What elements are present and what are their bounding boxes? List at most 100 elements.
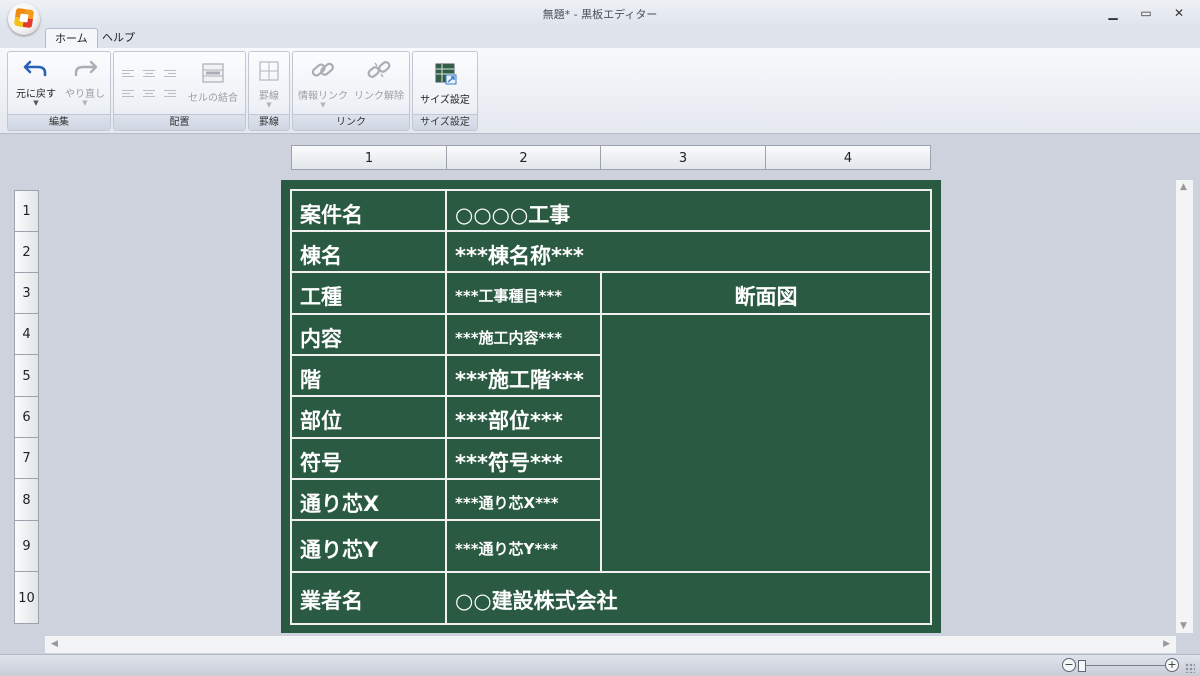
maximize-button[interactable]: ▭	[1133, 4, 1159, 22]
info-link-button[interactable]: 情報リンク ▼	[297, 58, 349, 109]
info-link-label: 情報リンク	[298, 91, 348, 102]
label-floor[interactable]: 階	[300, 364, 321, 394]
unlink-label: リンク解除	[354, 91, 404, 102]
value-grid-y[interactable]: ***通り芯Y***	[455, 538, 558, 559]
borders-icon	[259, 61, 279, 81]
label-work-type[interactable]: 工種	[300, 281, 342, 311]
row-divider	[290, 354, 601, 356]
borders-label: 罫線	[259, 91, 279, 102]
label-part[interactable]: 部位	[300, 405, 342, 435]
zoom-slider-track[interactable]	[1080, 665, 1168, 666]
redo-label: やり直し	[65, 89, 105, 100]
row-header[interactable]: 9	[14, 520, 39, 572]
value-floor[interactable]: ***施工階***	[455, 364, 584, 394]
section-drawing-title[interactable]: 断面図	[602, 281, 930, 311]
status-bar: − +	[0, 654, 1200, 676]
row-divider	[290, 271, 932, 273]
tab-home[interactable]: ホーム	[45, 28, 98, 48]
value-part[interactable]: ***部位***	[455, 405, 563, 435]
scroll-left-icon[interactable]: ◀	[51, 639, 58, 649]
ribbon-tabs: ホーム ヘルプ	[0, 27, 1200, 48]
label-contractor[interactable]: 業者名	[300, 585, 363, 615]
label-project-name[interactable]: 案件名	[300, 199, 363, 229]
label-grid-x[interactable]: 通り芯X	[300, 488, 379, 518]
dropdown-arrow-icon: ▼	[266, 101, 272, 109]
align-top-right-icon[interactable]	[164, 68, 176, 78]
column-header[interactable]: 2	[446, 145, 601, 170]
size-settings-button[interactable]: サイズ設定	[415, 62, 475, 106]
vertical-scrollbar[interactable]: ▲ ▼	[1176, 180, 1193, 633]
align-bottom-center-icon[interactable]	[143, 88, 155, 98]
row-divider	[290, 437, 601, 439]
row-header[interactable]: 5	[14, 354, 39, 397]
zoom-out-button[interactable]: −	[1062, 658, 1076, 672]
dropdown-arrow-icon: ▼	[320, 101, 326, 109]
tab-help[interactable]: ヘルプ	[93, 28, 144, 47]
table-border	[290, 189, 932, 191]
row-header[interactable]: 6	[14, 396, 39, 438]
dropdown-arrow-icon: ▼	[82, 99, 88, 107]
undo-button[interactable]: 元に戻す ▼	[12, 56, 60, 107]
section-drawing-area[interactable]	[602, 315, 930, 571]
close-button[interactable]: ✕	[1166, 4, 1192, 22]
value-content[interactable]: ***施工内容***	[455, 327, 562, 348]
redo-button[interactable]: やり直し ▼	[62, 56, 108, 107]
column-header[interactable]: 3	[600, 145, 766, 170]
row-header[interactable]: 10	[14, 571, 39, 624]
merge-cells-label: セルの結合	[188, 93, 238, 104]
scroll-right-icon[interactable]: ▶	[1163, 639, 1170, 649]
value-work-type[interactable]: ***工事種目***	[455, 285, 562, 306]
zoom-slider-thumb[interactable]	[1078, 660, 1086, 672]
scroll-up-icon[interactable]: ▲	[1180, 182, 1187, 192]
align-bottom-left-icon[interactable]	[122, 88, 134, 98]
table-border	[290, 189, 292, 625]
blackboard[interactable]: 案件名 棟名 工種 内容 階 部位 符号 通り芯X 通り芯Y 業者名 ○○○○工…	[281, 180, 941, 633]
dropdown-arrow-icon: ▼	[33, 99, 39, 107]
app-menu-button[interactable]	[8, 3, 40, 35]
zoom-in-button[interactable]: +	[1165, 658, 1179, 672]
unlink-button[interactable]: リンク解除	[351, 58, 407, 102]
merge-cells-icon	[202, 63, 224, 83]
group-label-edit: 編集	[8, 114, 110, 130]
column-header[interactable]: 1	[291, 145, 447, 170]
link-icon	[311, 62, 334, 77]
value-contractor[interactable]: ○○建設株式会社	[455, 585, 618, 615]
group-label-link: リンク	[293, 114, 409, 130]
value-code[interactable]: ***符号***	[455, 447, 563, 477]
ribbon-group-edit: 元に戻す ▼ やり直し ▼ 編集	[7, 51, 111, 131]
title-bar: 無題* - 黒板エディター ▁ ▭ ✕	[0, 0, 1200, 35]
row-header[interactable]: 7	[14, 437, 39, 479]
align-top-center-icon[interactable]	[143, 68, 155, 78]
group-label-size: サイズ設定	[413, 114, 477, 130]
row-header[interactable]: 3	[14, 272, 39, 314]
label-grid-y[interactable]: 通り芯Y	[300, 534, 378, 564]
merge-cells-button[interactable]: セルの結合	[184, 62, 242, 104]
align-top-left-icon[interactable]	[122, 68, 134, 78]
label-content[interactable]: 内容	[300, 323, 342, 353]
row-header[interactable]: 1	[14, 190, 39, 232]
column-divider	[445, 189, 447, 625]
horizontal-scrollbar[interactable]: ◀ ▶	[45, 636, 1176, 653]
value-building-name[interactable]: ***棟名称***	[455, 240, 584, 270]
ribbon-group-borders: 罫線 ▼ 罫線	[248, 51, 290, 131]
label-building-name[interactable]: 棟名	[300, 240, 342, 270]
ribbon: 元に戻す ▼ やり直し ▼ 編集 セルの結合 配置 罫線 ▼ 罫線 情報リンク …	[0, 48, 1200, 134]
row-header[interactable]: 8	[14, 478, 39, 521]
resize-grip-icon[interactable]	[1185, 663, 1195, 673]
borders-button[interactable]: 罫線 ▼	[251, 60, 287, 109]
row-divider	[290, 230, 932, 232]
column-header[interactable]: 4	[765, 145, 931, 170]
scroll-down-icon[interactable]: ▼	[1180, 621, 1187, 631]
value-grid-x[interactable]: ***通り芯X***	[455, 492, 559, 513]
row-header[interactable]: 4	[14, 313, 39, 355]
row-header[interactable]: 2	[14, 231, 39, 273]
minimize-button[interactable]: ▁	[1100, 4, 1126, 22]
table-border	[290, 623, 932, 625]
size-settings-icon	[435, 63, 457, 85]
align-bottom-right-icon[interactable]	[164, 88, 176, 98]
undo-label: 元に戻す	[16, 89, 56, 100]
value-project-name[interactable]: ○○○○工事	[455, 199, 570, 229]
label-code[interactable]: 符号	[300, 447, 342, 477]
window-title: 無題* - 黒板エディター	[542, 8, 658, 21]
unlink-icon	[367, 61, 391, 78]
